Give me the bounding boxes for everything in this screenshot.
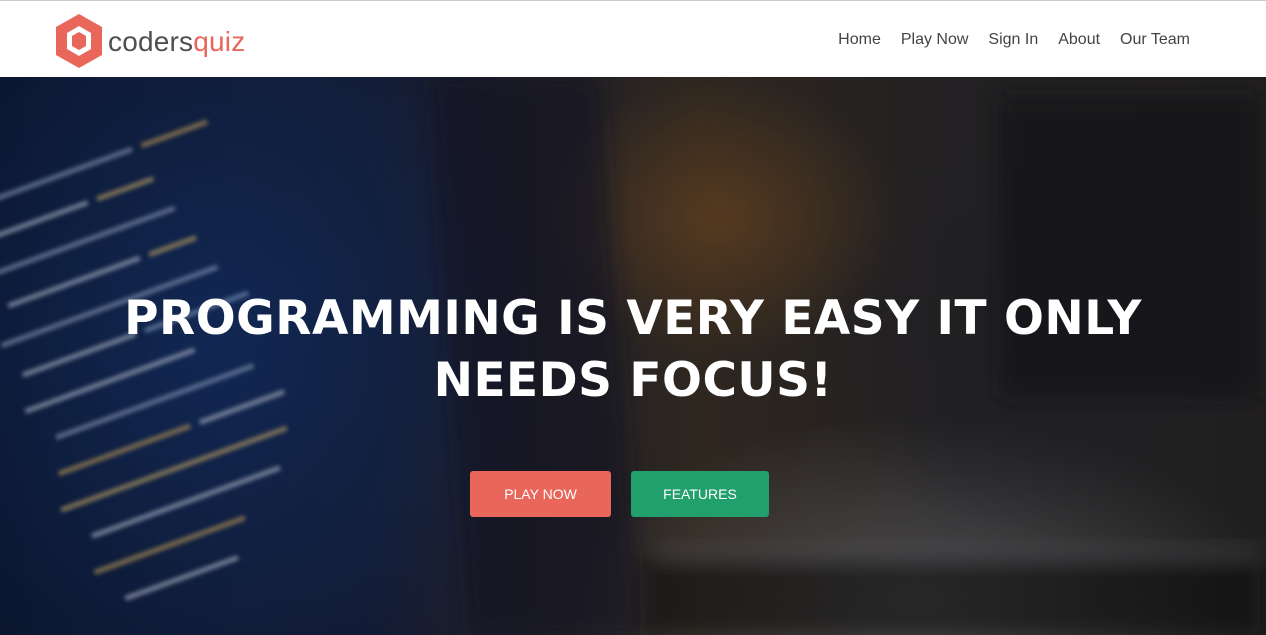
hero-headline: PROGRAMMING IS VERY EASY IT ONLY NEEDS F…: [0, 288, 1266, 412]
features-button[interactable]: FEATURES: [631, 471, 769, 517]
nav-item-play-now[interactable]: Play Now: [901, 31, 969, 49]
brand-name-part1: coders: [108, 26, 194, 57]
brand-name: codersquiz: [108, 28, 245, 56]
nav-item-our-team[interactable]: Our Team: [1120, 31, 1190, 49]
main-nav: Home Play Now Sign In About Our Team: [818, 31, 1190, 49]
hexagon-logo-icon: [56, 14, 102, 68]
play-now-button[interactable]: PLAY NOW: [470, 471, 611, 517]
hero-section: PROGRAMMING IS VERY EASY IT ONLY NEEDS F…: [0, 77, 1266, 635]
hero-headline-line2: NEEDS FOCUS!: [433, 353, 833, 408]
nav-item-about[interactable]: About: [1058, 31, 1100, 49]
hero-headline-line1: PROGRAMMING IS VERY EASY IT ONLY: [124, 291, 1142, 346]
nav-item-sign-in[interactable]: Sign In: [988, 31, 1038, 49]
brand[interactable]: codersquiz: [54, 13, 245, 69]
brand-name-part2: quiz: [193, 26, 246, 57]
top-navbar: codersquiz Home Play Now Sign In About O…: [0, 0, 1266, 77]
nav-item-home[interactable]: Home: [838, 31, 881, 49]
